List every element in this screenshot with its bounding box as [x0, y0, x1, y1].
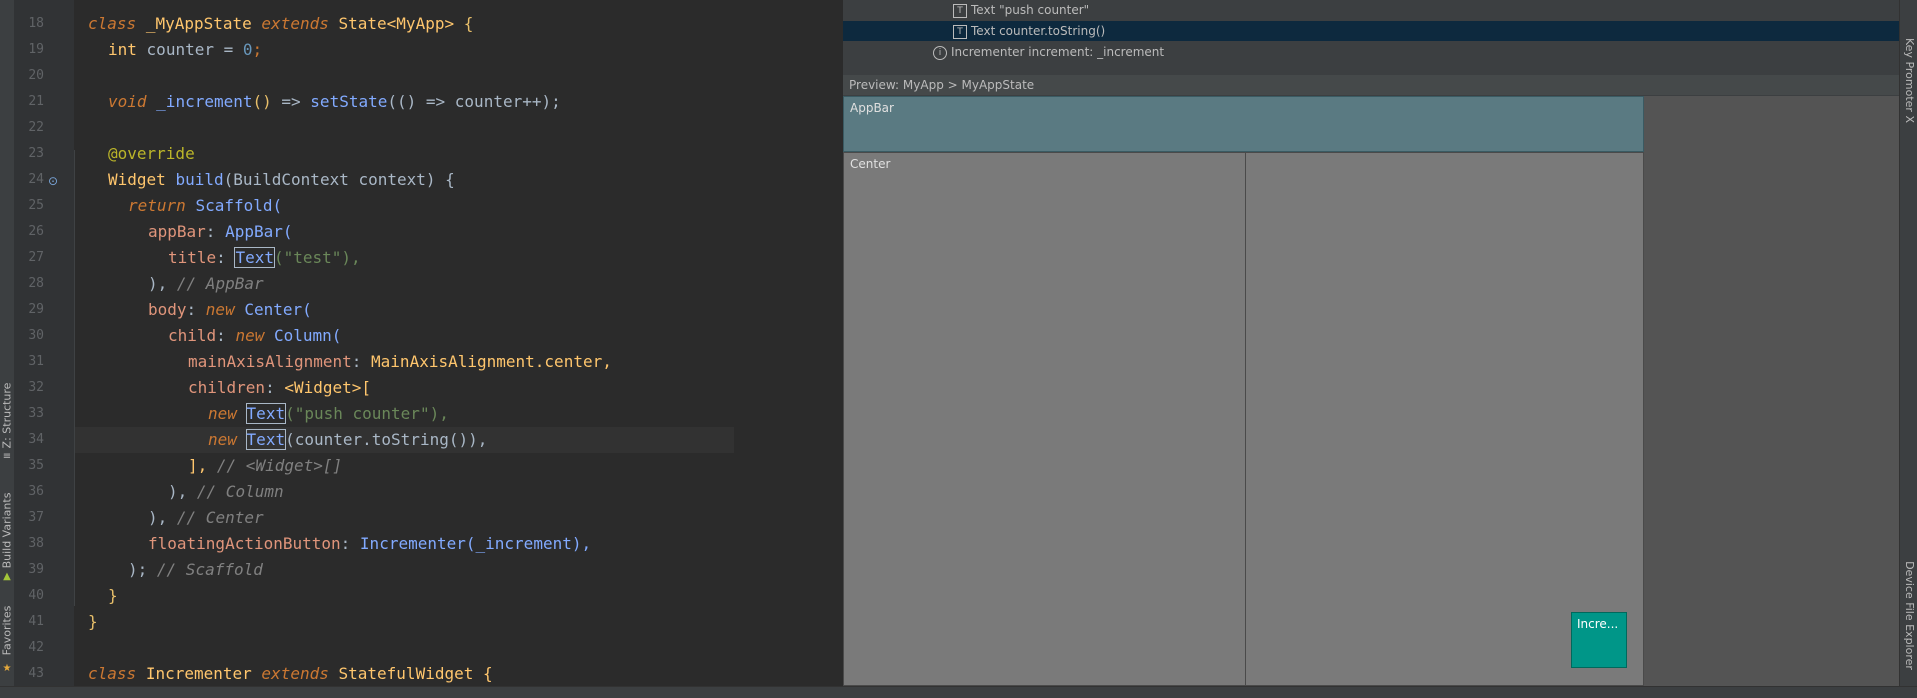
line-number: 20: [28, 68, 44, 83]
line-number: 43: [28, 666, 44, 681]
line-number: 32: [28, 380, 44, 395]
code-line-25: return Scaffold(: [128, 196, 283, 215]
center-divider: [1245, 153, 1246, 687]
code-line-21: void _increment() => setState(() => coun…: [108, 92, 561, 111]
line-number: 22: [28, 120, 44, 135]
fold-guide: [74, 150, 75, 606]
code-line-30: child: new Column(: [168, 326, 342, 345]
code-line-36: ), // Column: [168, 482, 284, 501]
flutter-outline-panel: T Text "push counter" T Text counter.toStr…: [843, 0, 1899, 687]
line-number: 24: [28, 172, 44, 187]
code-line-32: children: <Widget>[: [188, 378, 372, 397]
info-icon: i: [933, 45, 947, 60]
fab-label: Incre...: [1577, 617, 1619, 631]
override-marker-icon[interactable]: ⊙: [48, 174, 58, 188]
line-number: 29: [28, 302, 44, 317]
preview-header: Preview: MyApp > MyAppState: [843, 75, 1899, 95]
android-icon: ▲: [3, 571, 11, 582]
structure-tab[interactable]: Z: Structure: [0, 380, 14, 450]
line-number: 37: [28, 510, 44, 525]
code-editor[interactable]: class _MyAppState extends State<MyApp> {…: [74, 0, 734, 686]
tree-item-text-counter[interactable]: T Text counter.toString(): [843, 21, 1899, 41]
device-file-explorer-tab[interactable]: Device File Explorer: [1900, 550, 1917, 680]
device-file-explorer-tab-label: Device File Explorer: [1902, 560, 1916, 670]
code-line-31: mainAxisAlignment: MainAxisAlignment.cen…: [188, 352, 612, 371]
text-widget-icon: T: [953, 3, 967, 18]
favorites-tab-label: Favorites: [0, 605, 14, 655]
line-number: 19: [28, 42, 44, 57]
preview-fab[interactable]: Incre...: [1571, 612, 1627, 668]
preview-center[interactable]: Center: [843, 152, 1644, 687]
tree-item-text-push-counter[interactable]: T Text "push counter": [953, 0, 1089, 20]
code-line-43: class Incrementer extends StatefulWidget…: [88, 664, 493, 683]
text-widget-icon: T: [953, 24, 967, 39]
structure-icon: ≡: [2, 451, 12, 462]
code-line-28: ), // AppBar: [148, 274, 264, 293]
code-line-24: Widget build(BuildContext context) {: [108, 170, 455, 189]
code-line-23: @override: [108, 144, 195, 163]
preview-appbar[interactable]: AppBar: [843, 96, 1644, 152]
line-number: 39: [28, 562, 44, 577]
build-variants-tab[interactable]: Build Variants: [0, 490, 14, 570]
favorites-tab[interactable]: Favorites: [0, 600, 14, 660]
code-line-34: new Text(counter.toString()),: [208, 429, 488, 450]
line-number: 26: [28, 224, 44, 239]
star-icon: ★: [2, 663, 12, 674]
line-number: 34: [28, 432, 44, 447]
code-line-33: new Text("push counter"),: [208, 403, 449, 424]
line-number: 36: [28, 484, 44, 499]
line-number: 25: [28, 198, 44, 213]
line-number: 27: [28, 250, 44, 265]
code-line-40: }: [108, 586, 118, 605]
build-variants-tab-label: Build Variants: [0, 492, 14, 568]
line-number: 35: [28, 458, 44, 473]
preview-canvas: AppBar Center Incre...: [843, 96, 1899, 687]
line-number: 41: [28, 614, 44, 629]
code-line-29: body: new Center(: [148, 300, 312, 319]
key-promoter-tab[interactable]: Key Promoter X: [1900, 20, 1917, 140]
key-promoter-tab-label: Key Promoter X: [1902, 37, 1916, 123]
code-line-41: }: [88, 612, 98, 631]
line-number: 31: [28, 354, 44, 369]
code-line-26: appBar: AppBar(: [148, 222, 293, 241]
center-label: Center: [850, 157, 891, 171]
structure-tab-label: Z: Structure: [0, 382, 14, 448]
line-number: 40: [28, 588, 44, 603]
line-number: 33: [28, 406, 44, 421]
tree-item-incrementer[interactable]: i Incrementer increment: _increment: [933, 42, 1164, 62]
line-number: 21: [28, 94, 44, 109]
code-line-27: title: Text("test"),: [168, 247, 361, 268]
code-line-39: ); // Scaffold: [128, 560, 263, 579]
code-line-37: ), // Center: [148, 508, 264, 527]
code-line-38: floatingActionButton: Incrementer(_incre…: [148, 534, 592, 553]
bottom-tool-bar: [0, 686, 1917, 698]
line-number: 42: [28, 640, 44, 655]
line-number: 38: [28, 536, 44, 551]
appbar-label: AppBar: [850, 101, 894, 115]
right-tool-strip: Key Promoter X Device File Explorer: [1899, 0, 1917, 686]
code-line-18: class _MyAppState extends State<MyApp> {: [88, 14, 474, 33]
left-tool-strip: Z: Structure ≡ Build Variants ▲ Favorite…: [0, 0, 15, 686]
line-number: 18: [28, 16, 44, 31]
code-line-35: ], // <Widget>[]: [188, 456, 343, 475]
line-number: 28: [28, 276, 44, 291]
line-number: 23: [28, 146, 44, 161]
code-line-19: int counter = 0;: [108, 40, 263, 59]
line-number: 30: [28, 328, 44, 343]
